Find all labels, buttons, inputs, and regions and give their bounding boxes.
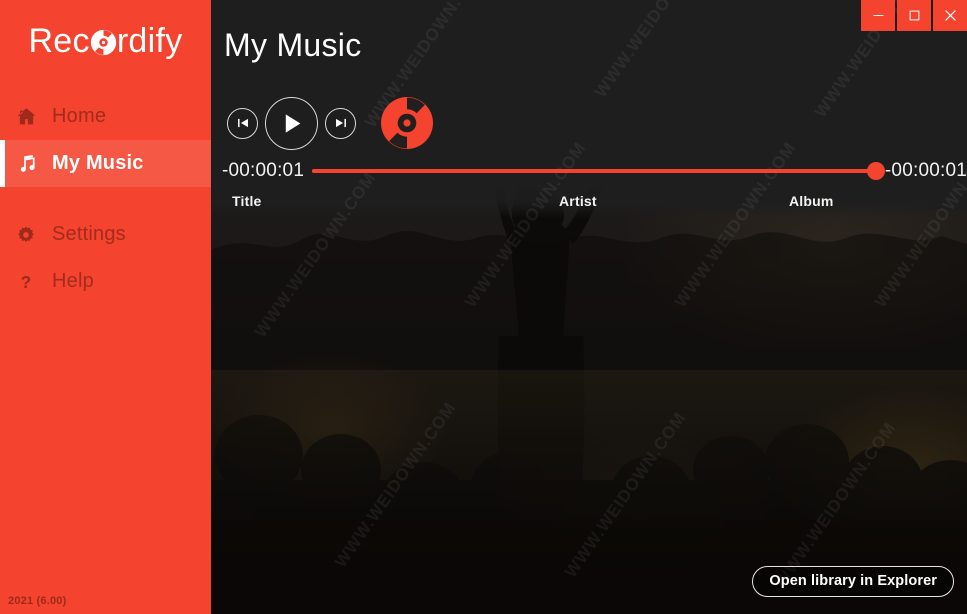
track-list[interactable] — [211, 216, 967, 556]
sidebar-item-label: Settings — [52, 223, 126, 245]
maximize-button[interactable] — [897, 0, 931, 31]
seek-thumb[interactable] — [866, 162, 885, 180]
column-header-title[interactable]: Title — [232, 193, 262, 209]
version-label: 2021 (6.00) — [8, 595, 67, 607]
logo-text-prefix: Rec — [28, 22, 90, 60]
seek-slider[interactable] — [312, 161, 885, 181]
sidebar-item-help[interactable]: ? Help — [0, 258, 211, 305]
sidebar-item-settings[interactable]: Settings — [0, 211, 211, 258]
next-track-button[interactable] — [325, 107, 356, 139]
column-header-album[interactable]: Album — [789, 193, 834, 209]
sidebar-item-my-music[interactable]: My Music — [0, 140, 211, 187]
player-controls — [227, 96, 434, 150]
open-library-in-explorer-button[interactable]: Open library in Explorer — [752, 566, 954, 597]
record-button[interactable] — [380, 96, 434, 150]
window-controls — [859, 0, 967, 31]
home-icon — [0, 106, 52, 127]
minimize-button[interactable] — [861, 0, 895, 31]
music-note-icon — [0, 154, 52, 173]
column-header-artist[interactable]: Artist — [559, 193, 597, 209]
sidebar-item-label: My Music — [52, 152, 144, 174]
previous-track-button[interactable] — [227, 107, 258, 139]
main-content: WWW.WEIDOWN.COM WWW.WEIDOWN.COM WWW.WEID… — [211, 0, 967, 614]
elapsed-time-label: -00:00:01 — [222, 160, 305, 181]
play-button[interactable] — [265, 96, 318, 150]
close-button[interactable] — [933, 0, 967, 31]
app-logo: Rec rdify — [0, 22, 211, 61]
remaining-time-label: -00:00:01 — [884, 160, 967, 181]
playback-progress-row: -00:00:01 -00:00:01 — [211, 156, 967, 186]
gear-icon — [0, 225, 52, 245]
sidebar-item-home[interactable]: Home — [0, 93, 211, 140]
question-mark-icon: ? — [0, 272, 52, 292]
track-list-header: Title Artist Album — [211, 193, 967, 215]
seek-fill — [312, 169, 876, 173]
logo-text-suffix: rdify — [116, 22, 183, 60]
svg-text:?: ? — [21, 272, 32, 292]
page-title: My Music — [224, 27, 362, 63]
sidebar-item-label: Help — [52, 270, 94, 292]
sidebar-item-label: Home — [52, 105, 107, 127]
vinyl-record-icon — [90, 29, 117, 56]
recordify-window: Rec rdify Home My Music Settings ? Help … — [0, 0, 967, 614]
sidebar-nav: Home My Music Settings ? Help — [0, 93, 211, 305]
sidebar: Rec rdify Home My Music Settings ? Help … — [0, 0, 211, 614]
